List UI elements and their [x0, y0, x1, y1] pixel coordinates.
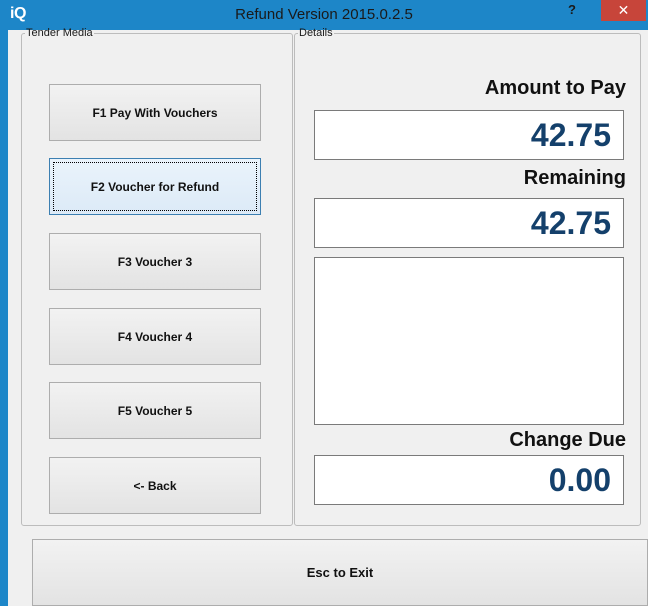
f1-pay-with-vouchers-button[interactable]: F1 Pay With Vouchers — [49, 84, 261, 141]
tender-list-box[interactable] — [314, 257, 624, 425]
button-label: <- Back — [133, 478, 177, 493]
amount-to-pay-label: Amount to Pay — [484, 77, 626, 99]
button-label: F4 Voucher 4 — [117, 329, 193, 344]
tender-media-legend: Tender Media — [26, 27, 93, 39]
refund-window: iQ Refund Version 2015.0.2.5 ? ✕ Tender … — [0, 0, 648, 606]
details-legend: Details — [299, 27, 333, 39]
title-bar[interactable]: iQ Refund Version 2015.0.2.5 ? ✕ — [0, 0, 648, 30]
remaining-field: 42.75 — [314, 198, 624, 248]
button-label: F3 Voucher 3 — [117, 254, 193, 269]
help-button[interactable]: ? — [554, 0, 590, 20]
f5-voucher-5-button[interactable]: F5 Voucher 5 — [49, 382, 261, 439]
button-label: F5 Voucher 5 — [117, 403, 193, 418]
remaining-label: Remaining — [523, 167, 626, 189]
f2-voucher-for-refund-button[interactable]: F2 Voucher for Refund — [49, 158, 261, 215]
esc-to-exit-button[interactable]: Esc to Exit — [32, 539, 648, 606]
back-button[interactable]: <- Back — [49, 457, 261, 514]
f4-voucher-4-button[interactable]: F4 Voucher 4 — [49, 308, 261, 365]
change-due-field: 0.00 — [314, 455, 624, 505]
button-label: F1 Pay With Vouchers — [92, 105, 218, 120]
amount-to-pay-field: 42.75 — [314, 110, 624, 160]
focus-indicator — [53, 162, 257, 211]
change-due-label: Change Due — [509, 429, 626, 451]
f3-voucher-3-button[interactable]: F3 Voucher 3 — [49, 233, 261, 290]
close-button[interactable]: ✕ — [601, 0, 646, 21]
window-title: Refund Version 2015.0.2.5 — [235, 6, 413, 23]
button-label: Esc to Exit — [306, 565, 374, 580]
